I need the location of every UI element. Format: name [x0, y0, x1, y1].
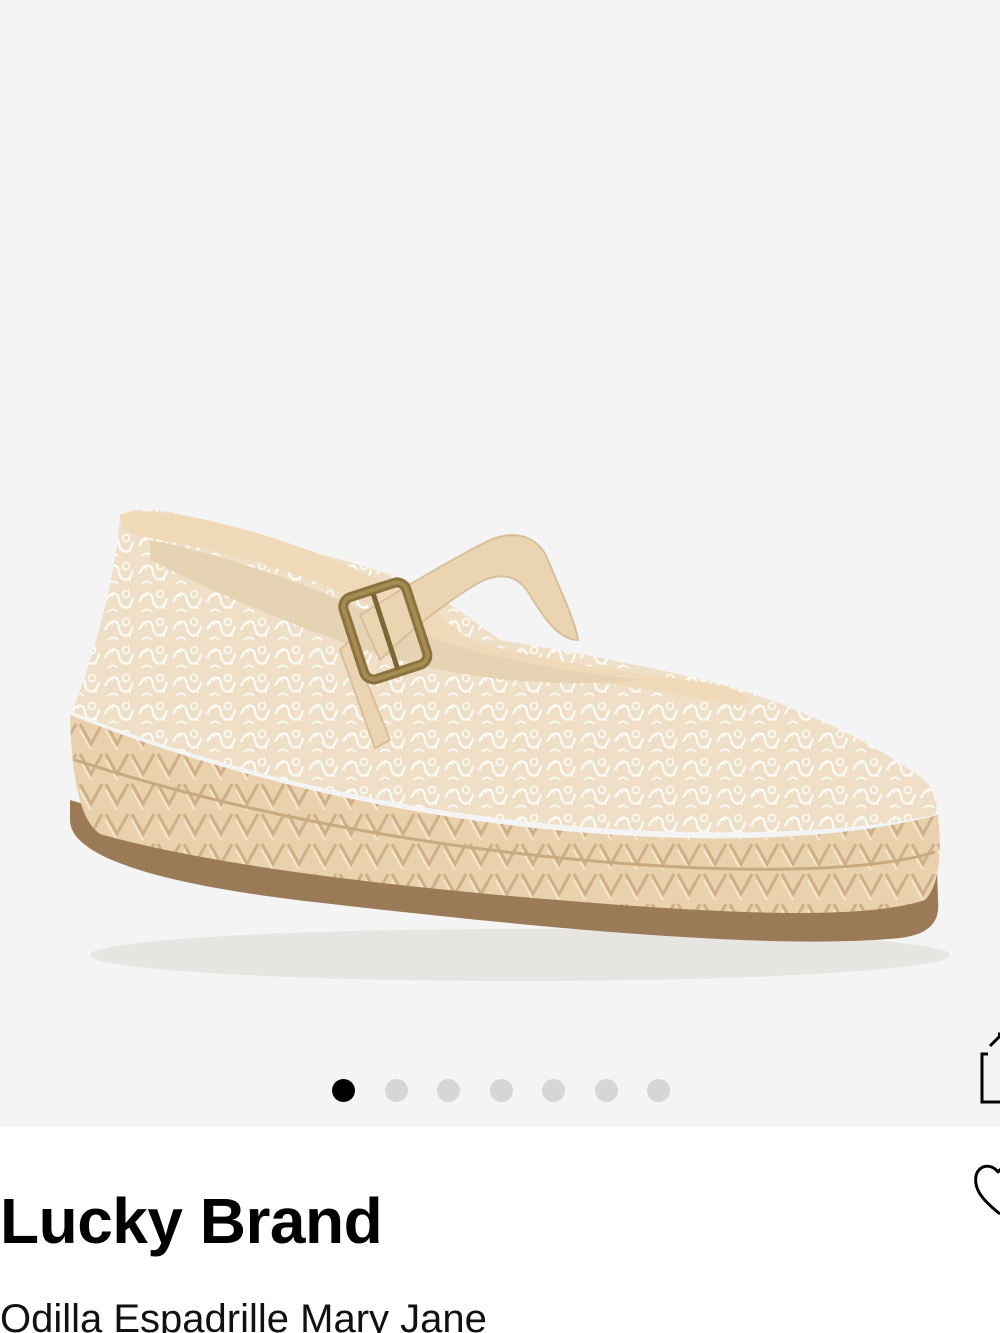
product-brand[interactable]: Lucky Brand [0, 1183, 383, 1259]
favorite-button[interactable] [970, 1158, 1000, 1218]
gallery-dot-5[interactable] [542, 1078, 565, 1102]
gallery-dot-4[interactable] [489, 1078, 513, 1102]
gallery-dot-7[interactable] [647, 1078, 670, 1102]
gallery-dot-3[interactable] [437, 1078, 460, 1102]
product-image-gallery[interactable] [0, 0, 1000, 1127]
gallery-dots [332, 1078, 670, 1102]
gallery-dot-2[interactable] [384, 1078, 408, 1102]
heart-icon [974, 1164, 1000, 1216]
share-button[interactable] [976, 1026, 1000, 1110]
gallery-dot-6[interactable] [594, 1078, 618, 1102]
product-title: Odilla Espadrille Mary Jane [0, 1297, 487, 1333]
gallery-dot-1[interactable] [332, 1078, 355, 1102]
share-icon [980, 1032, 1000, 1104]
product-page: Lucky Brand Odilla Espadrille Mary Jane [0, 0, 1000, 1333]
product-image[interactable] [0, 0, 1000, 1127]
